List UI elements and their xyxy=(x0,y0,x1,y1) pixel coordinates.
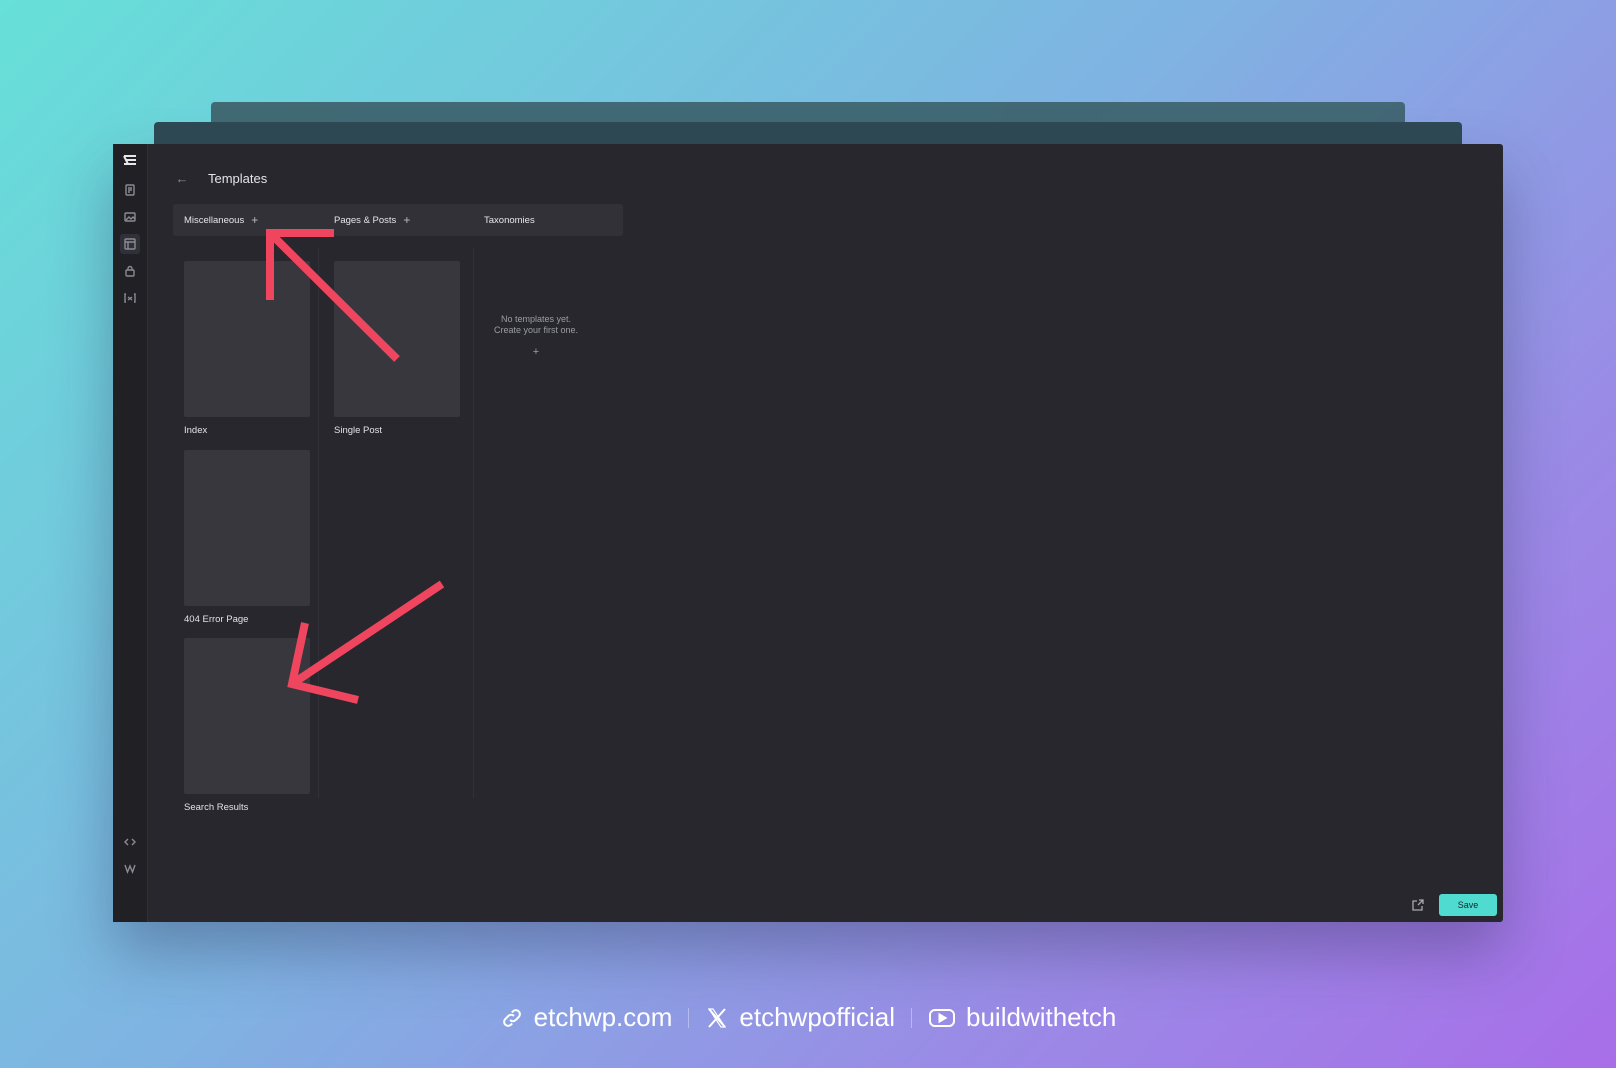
x-handle-text: etchwpofficial xyxy=(739,1002,896,1032)
template-card-index[interactable]: Index xyxy=(184,261,310,436)
taxonomies-empty-state: No templates yet. Create your first one.… xyxy=(471,314,601,358)
template-card-404[interactable]: 404 Error Page xyxy=(184,450,310,625)
add-taxonomy-template-button[interactable]: + xyxy=(471,347,601,358)
footer-links: etchwp.com etchwpofficial buildwithetch xyxy=(0,1002,1616,1033)
website-link[interactable]: etchwp.com xyxy=(500,1002,673,1033)
template-label: Single Post xyxy=(334,425,383,436)
template-thumbnail[interactable] xyxy=(184,450,310,606)
footer-divider xyxy=(911,1007,913,1028)
wordpress-icon[interactable] xyxy=(120,858,140,878)
save-button[interactable]: Save xyxy=(1439,894,1497,916)
youtube-link[interactable]: buildwithetch xyxy=(928,1002,1116,1033)
arrow-left-icon[interactable]: ← xyxy=(172,168,192,188)
link-icon xyxy=(502,1008,521,1027)
youtube-text: buildwithetch xyxy=(966,1002,1117,1032)
templates-icon[interactable] xyxy=(120,234,140,254)
tab-label: Taxonomies xyxy=(484,214,535,226)
website-text: etchwp.com xyxy=(533,1002,673,1032)
x-link[interactable]: etchwpofficial xyxy=(705,1002,895,1033)
add-pages-posts-button[interactable]: + xyxy=(403,214,410,226)
page-header: ← Templates xyxy=(172,166,268,190)
left-rail xyxy=(113,144,148,922)
template-card-single-post[interactable]: Single Post xyxy=(334,261,460,436)
tab-label: Miscellaneous xyxy=(184,214,245,226)
column-divider xyxy=(318,248,319,798)
template-label: Index xyxy=(184,425,208,436)
template-label: 404 Error Page xyxy=(184,614,249,625)
variables-icon[interactable] xyxy=(120,288,140,308)
code-icon[interactable] xyxy=(120,832,140,852)
tab-pages-posts[interactable]: Pages & Posts + xyxy=(334,204,410,236)
footer-divider xyxy=(688,1007,690,1028)
template-thumbnail[interactable] xyxy=(184,261,310,417)
x-logo-icon xyxy=(708,1007,727,1028)
template-thumbnail[interactable] xyxy=(334,261,460,417)
empty-message: No templates yet. xyxy=(500,314,572,324)
bottom-bar: Save xyxy=(1409,894,1497,916)
page-title: Templates xyxy=(208,170,268,186)
pages-icon[interactable] xyxy=(120,180,140,200)
template-thumbnail[interactable] xyxy=(184,638,310,794)
tab-label: Pages & Posts xyxy=(334,214,397,226)
tab-taxonomies[interactable]: Taxonomies xyxy=(484,204,535,236)
template-label: Search Results xyxy=(184,802,249,813)
app-window: ← Templates Miscellaneous + Pages & Post… xyxy=(113,144,1503,922)
expand-icon[interactable] xyxy=(1409,896,1427,914)
lock-icon[interactable] xyxy=(120,261,140,281)
empty-hint: Create your first one. xyxy=(493,325,579,335)
template-card-search-results[interactable]: Search Results xyxy=(184,638,310,813)
media-icon[interactable] xyxy=(120,207,140,227)
tab-miscellaneous[interactable]: Miscellaneous + xyxy=(184,204,258,236)
etch-logo-icon[interactable] xyxy=(120,150,140,170)
youtube-icon xyxy=(929,1008,956,1027)
add-miscellaneous-button[interactable]: + xyxy=(251,214,258,226)
template-tabs: Miscellaneous + Pages & Posts + Taxonomi… xyxy=(173,204,623,236)
